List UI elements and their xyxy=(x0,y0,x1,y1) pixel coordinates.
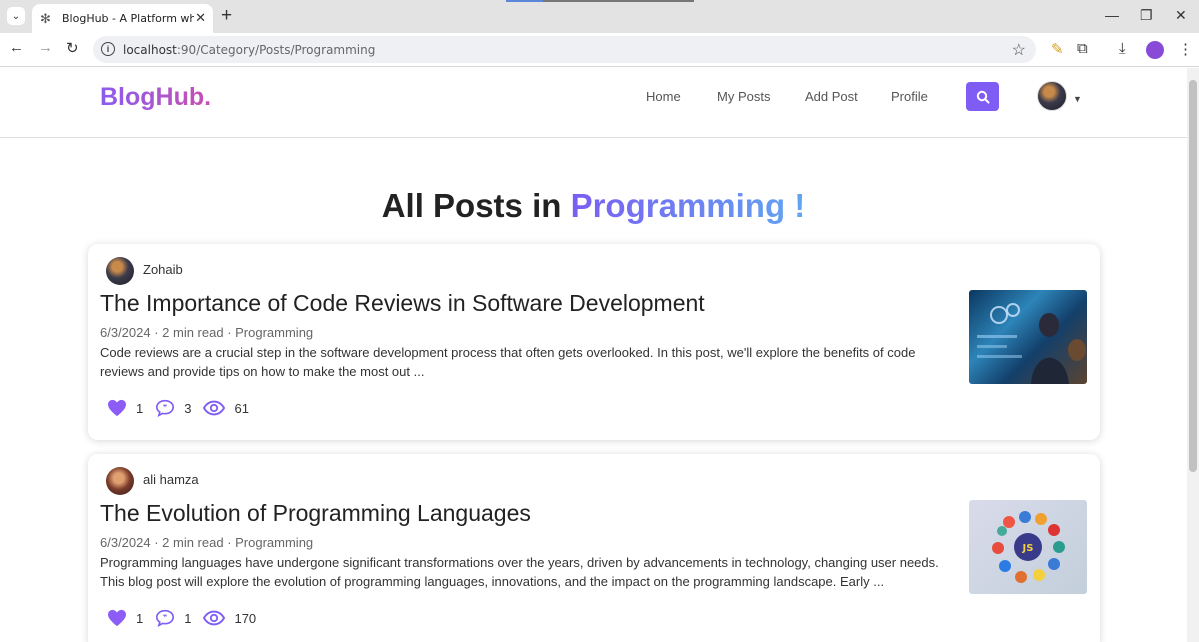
browser-tab[interactable]: ✻ BlogHub - A Platform where yo ✕ xyxy=(32,4,213,33)
page-scrollbar[interactable] xyxy=(1187,68,1199,642)
post-thumbnail[interactable] xyxy=(969,290,1087,384)
view-count: 170 xyxy=(234,610,257,626)
comment-quote-icon: ❞ xyxy=(156,399,175,417)
tab-loading-indicator xyxy=(506,0,694,3)
nav-profile[interactable]: Profile xyxy=(891,89,928,104)
comment-quote-icon: ❞ xyxy=(156,609,175,627)
category-name: Programming ! xyxy=(570,187,806,224)
comment-count: 3 xyxy=(184,400,192,416)
bookmark-star-icon[interactable]: ☆ xyxy=(1012,40,1026,60)
downloads-icon[interactable]: ⤓ xyxy=(1119,40,1126,57)
view-stat: 170 xyxy=(203,610,256,626)
site-header: BlogHub. Home My Posts Add Post Profile … xyxy=(0,68,1187,138)
eye-icon xyxy=(203,610,226,626)
user-avatar[interactable] xyxy=(1037,81,1067,111)
tab-title: BlogHub - A Platform where yo xyxy=(62,12,194,25)
like-count: 1 xyxy=(136,400,144,416)
scrollbar-thumb[interactable] xyxy=(1189,80,1197,472)
page-title: All Posts in Programming ! xyxy=(381,187,806,224)
tab-search-chevron-icon[interactable]: ⌄ xyxy=(7,7,25,25)
restore-icon[interactable]: ❐ xyxy=(1140,7,1153,24)
post-excerpt: Code reviews are a crucial step in the s… xyxy=(100,345,916,379)
like-count: 1 xyxy=(136,610,144,626)
new-tab-plus-icon[interactable]: + xyxy=(221,5,232,27)
post-title[interactable]: The Importance of Code Reviews in Softwa… xyxy=(100,290,705,317)
author-name[interactable]: Zohaib xyxy=(143,262,183,277)
nav-my-posts[interactable]: My Posts xyxy=(717,89,770,104)
back-arrow-icon[interactable]: ← xyxy=(9,39,24,56)
comment-stat[interactable]: ❞ 3 xyxy=(155,399,191,417)
extension-pen-icon[interactable]: ✎ xyxy=(1051,40,1064,58)
view-count: 61 xyxy=(234,400,249,416)
heart-icon xyxy=(108,609,126,627)
post-card[interactable]: Zohaib The Importance of Code Reviews in… xyxy=(88,244,1100,440)
author-name[interactable]: ali hamza xyxy=(143,472,199,487)
search-button[interactable] xyxy=(966,82,999,111)
svg-text:❞: ❞ xyxy=(163,613,167,622)
minimize-icon[interactable]: — xyxy=(1105,7,1119,23)
like-stat[interactable]: 1 xyxy=(107,609,143,627)
browser-tabstrip: ⌄ ✻ BlogHub - A Platform where yo ✕ + — … xyxy=(0,0,1199,33)
code-review-image xyxy=(977,303,1086,384)
user-menu-caret-icon[interactable]: ▼ xyxy=(1073,94,1082,104)
svg-text:JS: JS xyxy=(1022,543,1034,554)
site-info-icon[interactable]: i xyxy=(101,42,115,56)
svg-text:❞: ❞ xyxy=(163,403,167,412)
window-close-icon[interactable]: ✕ xyxy=(1175,7,1187,24)
nav-add-post[interactable]: Add Post xyxy=(805,89,858,104)
post-title[interactable]: The Evolution of Programming Languages xyxy=(100,500,531,527)
post-stats: 1 ❞ 3 61 xyxy=(107,399,261,417)
post-thumbnail[interactable]: JS xyxy=(969,500,1087,594)
post-excerpt: Programming languages have undergone sig… xyxy=(100,555,939,589)
browser-menu-icon[interactable]: ⋮ xyxy=(1178,40,1193,58)
site-logo[interactable]: BlogHub. xyxy=(100,83,211,112)
reload-icon[interactable]: ↻ xyxy=(66,39,79,57)
post-stats: 1 ❞ 1 170 xyxy=(107,609,268,627)
comment-count: 1 xyxy=(184,610,192,626)
view-stat: 61 xyxy=(203,400,249,416)
address-bar[interactable]: i localhost:90/Category/Posts/Programmin… xyxy=(93,36,1036,63)
eye-icon xyxy=(203,400,226,416)
author-avatar[interactable] xyxy=(106,467,134,495)
tab-close-icon[interactable]: ✕ xyxy=(195,10,206,26)
post-card[interactable]: ali hamza The Evolution of Programming L… xyxy=(88,454,1100,642)
nav-home[interactable]: Home xyxy=(646,89,681,104)
programming-languages-image: JS xyxy=(992,511,1065,583)
post-meta: 6/3/2024 · 2 min read · Programming xyxy=(100,535,314,550)
extensions-puzzle-icon[interactable]: ⧉ xyxy=(1077,40,1088,57)
heart-icon xyxy=(108,399,126,417)
like-stat[interactable]: 1 xyxy=(107,399,143,417)
page-content: BlogHub. Home My Posts Add Post Profile … xyxy=(0,68,1187,642)
post-meta: 6/3/2024 · 2 min read · Programming xyxy=(100,325,314,340)
url-text[interactable]: localhost:90/Category/Posts/Programming xyxy=(123,43,375,57)
search-icon xyxy=(976,90,989,103)
browser-toolbar: ← → ↻ i localhost:90/Category/Posts/Prog… xyxy=(0,33,1199,67)
author-avatar[interactable] xyxy=(106,257,134,285)
comment-stat[interactable]: ❞ 1 xyxy=(155,609,191,627)
site-favicon-icon: ✻ xyxy=(40,10,51,26)
browser-profile-avatar[interactable] xyxy=(1146,41,1164,59)
forward-arrow-icon[interactable]: → xyxy=(38,39,53,56)
